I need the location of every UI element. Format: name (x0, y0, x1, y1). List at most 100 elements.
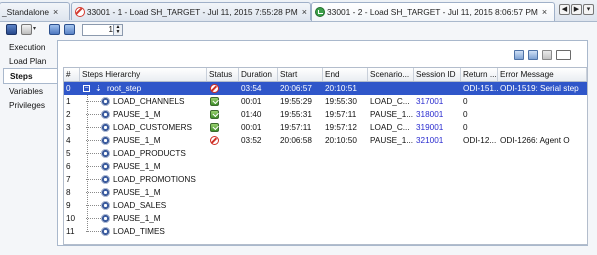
start-cell (278, 147, 323, 160)
error-message-cell (498, 95, 587, 108)
tab-variables[interactable]: Variables (3, 84, 57, 98)
duration-cell: 01:40 (241, 110, 262, 119)
session-toolbar: ▾ 1 ▲ ▼ (0, 22, 597, 38)
steps-panel: # Steps Hierarchy Status Duration Start End Sc… (57, 40, 588, 246)
end-cell (323, 147, 368, 160)
tree-guide-line (86, 140, 101, 141)
step-cell: LOAD_TIMES (80, 225, 207, 238)
tab-label: _Standalone (2, 6, 50, 17)
delete-icon[interactable] (542, 50, 552, 60)
session-id-cell[interactable] (414, 173, 461, 186)
session-id-cell[interactable] (414, 147, 461, 160)
col-duration-header[interactable]: Duration (239, 68, 278, 81)
tab-standalone[interactable]: _Standalone × (0, 2, 70, 20)
next-tab-button[interactable]: ▶ (571, 4, 582, 15)
col-number-header[interactable]: # (64, 68, 80, 81)
table-row[interactable]: 7 LOAD_PROMOTIONS (64, 173, 587, 186)
step-name: PAUSE_1_M (113, 188, 161, 197)
return-cell: 0 (463, 97, 468, 106)
table-row[interactable]: 11 LOAD_TIMES (64, 225, 587, 238)
error-message-cell: ODI-1519: Serial step (500, 84, 579, 93)
table-row[interactable]: 8 PAUSE_1_M (64, 186, 587, 199)
tab-list-button[interactable]: ▾ (583, 4, 594, 15)
scenario-step-icon (101, 97, 110, 106)
tab-privileges[interactable]: Privileges (3, 98, 57, 112)
start-cell (278, 160, 323, 173)
return-cell (461, 147, 498, 160)
start-cell: 19:55:31 (280, 110, 312, 119)
session-id-cell[interactable] (414, 186, 461, 199)
success-status-icon (210, 123, 219, 132)
col-return-header[interactable]: Return ... (461, 68, 498, 81)
success-status-icon (210, 97, 219, 106)
start-cell: 19:57:11 (280, 123, 312, 132)
columns-menu-icon[interactable] (556, 50, 571, 60)
step-cell: PAUSE_1_M (80, 186, 207, 199)
previous-tab-button[interactable]: ◀ (559, 4, 570, 15)
session-id-cell[interactable]: 319001 (414, 121, 461, 134)
session-editor-window: _Standalone × 33001 - 1 - Load SH_TARGET… (0, 0, 597, 255)
session-id-cell[interactable] (414, 212, 461, 225)
step-cell: LOAD_PRODUCTS (80, 147, 207, 160)
table-row[interactable]: 6 PAUSE_1_M (64, 160, 587, 173)
tab-session-33001-1[interactable]: 33001 - 1 - Load SH_TARGET - Jul 11, 201… (71, 2, 311, 20)
session-id-cell[interactable] (414, 160, 461, 173)
table-row[interactable]: 1 LOAD_CHANNELS 00:01 19:55:29 19:55:30 LOAD_… (64, 95, 587, 108)
col-error-message-header[interactable]: Error Message (498, 68, 587, 81)
session-id-cell[interactable] (414, 82, 461, 95)
refresh-interval-stepper[interactable]: 1 ▲ ▼ (82, 24, 123, 36)
close-icon[interactable]: × (53, 7, 61, 17)
session-id-cell[interactable]: 318001 (414, 108, 461, 121)
table-row[interactable]: 9 LOAD_SALES (64, 199, 587, 212)
collapse-all-icon[interactable] (528, 50, 538, 60)
refresh-icon[interactable] (6, 24, 17, 35)
tab-execution[interactable]: Execution (3, 40, 57, 54)
return-cell: ODI-12... (463, 136, 497, 145)
close-icon[interactable]: × (302, 7, 310, 17)
table-row[interactable]: 2 PAUSE_1_M 01:40 19:55:31 19:57:11 PAUSE_1..… (64, 108, 587, 121)
scenario-cell (368, 225, 414, 238)
col-start-header[interactable]: Start (278, 68, 323, 81)
session-id-cell[interactable]: 317001 (414, 95, 461, 108)
step-cell: PAUSE_1_M (80, 108, 207, 121)
tab-label: 33001 - 1 - Load SH_TARGET - Jul 11, 201… (86, 6, 298, 17)
close-icon[interactable]: × (542, 7, 550, 17)
col-end-header[interactable]: End (323, 68, 368, 81)
col-session-id-header[interactable]: Session ID (414, 68, 461, 81)
error-message-cell (498, 186, 587, 199)
scenario-cell: PAUSE_1... (370, 110, 414, 119)
return-cell (461, 186, 498, 199)
end-cell: 20:10:50 (325, 136, 357, 145)
number-cell: 3 (66, 123, 71, 132)
tab-session-33001-2[interactable]: 33001 - 2 - Load SH_TARGET - Jul 11, 201… (311, 2, 555, 21)
table-row[interactable]: 10 PAUSE_1_M (64, 212, 587, 225)
session-id-cell[interactable] (414, 225, 461, 238)
scenario-step-icon (101, 175, 110, 184)
expand-all-icon[interactable] (514, 50, 524, 60)
scenario-step-icon (101, 136, 110, 145)
tab-steps[interactable]: Steps (3, 68, 58, 84)
stop-icon[interactable] (21, 24, 32, 35)
table-row[interactable]: 0 − ⇣ root_step 03:54 20:06:57 20:10:51 ODI-151… (64, 82, 587, 95)
col-steps-hierarchy-header[interactable]: Steps Hierarchy (80, 68, 207, 81)
table-row[interactable]: 4 PAUSE_1_M 03:52 20:06:58 20:10:50 PAUSE_1..… (64, 134, 587, 147)
table-header: # Steps Hierarchy Status Duration Start End Sc… (64, 68, 587, 82)
number-cell: 1 (66, 97, 71, 106)
collapse-icon[interactable]: − (83, 85, 90, 92)
col-status-header[interactable]: Status (207, 68, 239, 81)
duration-cell (239, 186, 278, 199)
panel-toolbar (514, 50, 571, 60)
step-name: LOAD_CUSTOMERS (113, 123, 193, 132)
table-row[interactable]: 5 LOAD_PRODUCTS (64, 147, 587, 160)
refresh-interval-value[interactable]: 1 (83, 25, 113, 35)
tab-load-plan[interactable]: Load Plan (3, 54, 57, 68)
table-row[interactable]: 3 LOAD_CUSTOMERS 00:01 19:57:11 19:57:12 LOAD… (64, 121, 587, 134)
chevron-down-icon[interactable]: ▾ (33, 24, 39, 35)
session-id-cell[interactable]: 321001 (414, 134, 461, 147)
stepper-arrows-icon[interactable]: ▲ ▼ (113, 25, 122, 35)
auto-refresh-icon[interactable] (49, 24, 60, 35)
interval-refresh-icon[interactable] (64, 24, 75, 35)
col-scenario-header[interactable]: Scenario... (368, 68, 414, 81)
tree-guide-line (86, 127, 101, 128)
session-id-cell[interactable] (414, 199, 461, 212)
